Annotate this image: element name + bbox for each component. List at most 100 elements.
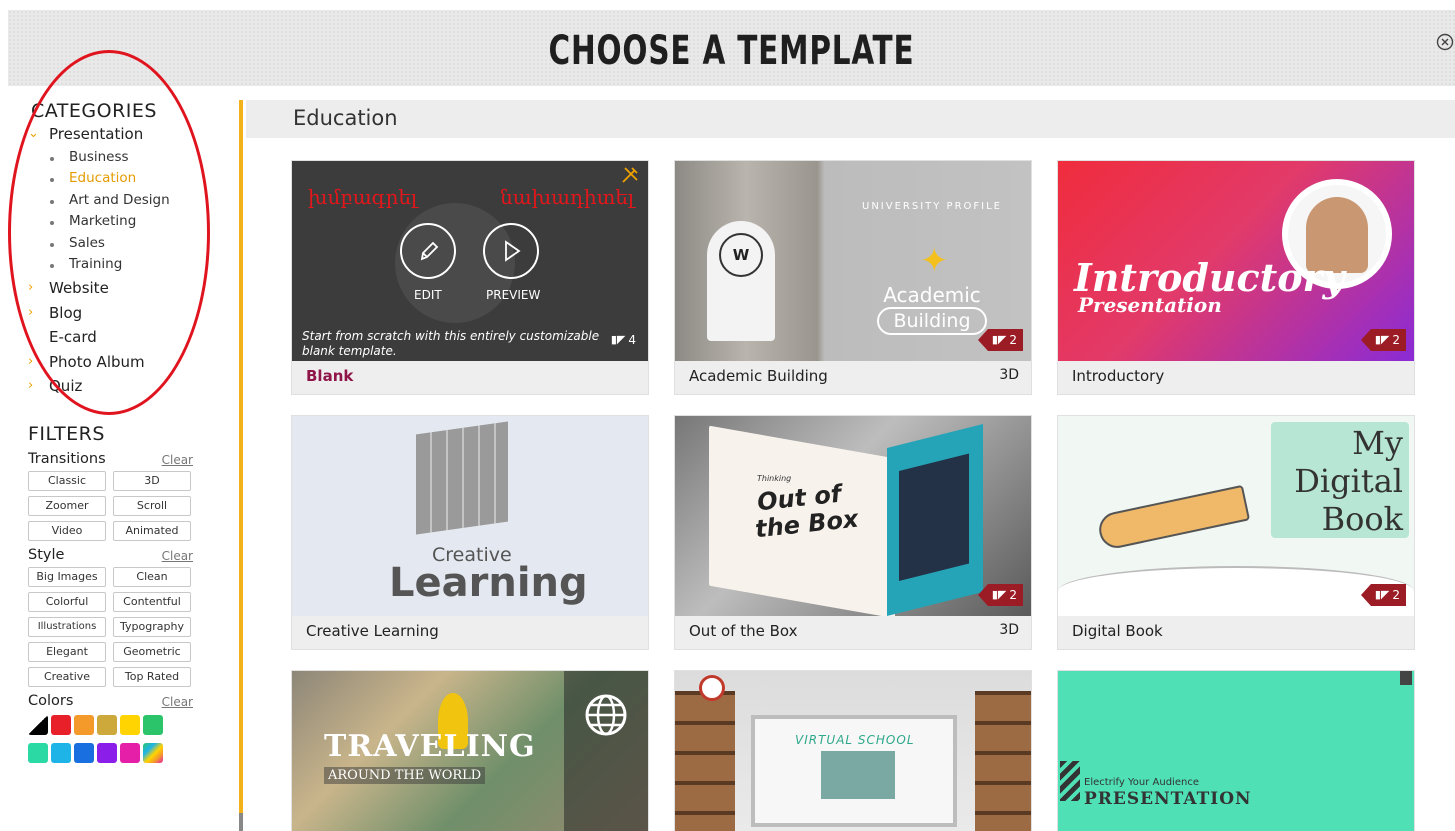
template-card-creative-learning[interactable]: Creative Learning Creative Learning — [291, 415, 649, 650]
sidebar-scrollbar[interactable] — [239, 813, 243, 831]
style-top-rated[interactable]: Top Rated — [113, 666, 191, 687]
slides-icon: ▮◤ — [610, 333, 626, 346]
category-presentation[interactable]: ⌄ Presentation — [28, 122, 238, 147]
chevron-right-icon: › — [28, 280, 34, 296]
template-card-digital-book[interactable]: My Digital Book ▮◤ 2 Digital Book — [1057, 415, 1415, 650]
style-big-images[interactable]: Big Images — [28, 566, 106, 587]
subcategory-business[interactable]: Business — [28, 147, 238, 169]
style-clear-link[interactable]: Clear — [162, 549, 193, 563]
overlay-right-text: նախադիտել — [500, 185, 634, 209]
style-filter-header: Style Clear — [28, 547, 193, 563]
style-options: Big Images Clean Colorful Contentful Ill… — [28, 566, 238, 687]
transition-animated[interactable]: Animated — [113, 520, 191, 541]
slides-count-badge: ▮◤ 4 — [596, 329, 642, 351]
stripes-graphic — [1060, 761, 1080, 801]
thumb-title: PRESENTATION — [1084, 789, 1252, 809]
category-e-card[interactable]: E-card — [28, 325, 238, 350]
edit-label[interactable]: EDIT — [414, 288, 442, 302]
style-creative[interactable]: Creative — [28, 666, 106, 687]
template-thumbnail: խմբագրել նախադիտել EDIT PREVIEW Start fr… — [292, 161, 648, 361]
color-swatch[interactable] — [74, 742, 94, 763]
thumb-title-line2: Digital — [1294, 462, 1403, 500]
template-thumbnail: Thinking Out of the Box ▮◤ 2 — [675, 416, 1031, 616]
slides-icon: ▮◤ — [1374, 588, 1390, 601]
colors-clear-link[interactable]: Clear — [162, 695, 193, 709]
category-website[interactable]: › Website — [28, 276, 238, 301]
transition-3d[interactable]: 3D — [113, 470, 191, 491]
template-description: Start from scratch with this entirely cu… — [302, 329, 600, 358]
template-card-presentation[interactable]: Electrify Your Audience PRESENTATION — [1057, 670, 1415, 831]
style-geometric[interactable]: Geometric — [113, 641, 191, 662]
color-swatch[interactable] — [143, 742, 163, 763]
style-elegant[interactable]: Elegant — [28, 641, 106, 662]
template-card-blank[interactable]: խմբագրել նախադիտել EDIT PREVIEW Start fr… — [291, 160, 649, 395]
close-icon[interactable] — [1435, 32, 1455, 52]
color-swatch[interactable] — [143, 714, 163, 735]
template-card-traveling[interactable]: TRAVELING AROUND THE WORLD — [291, 670, 649, 831]
tools-icon[interactable] — [620, 165, 640, 190]
thumb-title-line1: TRAVELING — [324, 729, 536, 764]
template-name: Blank — [306, 367, 354, 385]
overlay-left-text: խմբագրել — [308, 185, 418, 209]
template-card-introductory[interactable]: Introductory Presentation ▮◤ 2 Introducto… — [1057, 160, 1415, 395]
color-swatch[interactable] — [97, 742, 117, 763]
transitions-label: Transitions — [28, 450, 106, 467]
transitions-clear-link[interactable]: Clear — [162, 453, 193, 467]
template-thumbnail: Creative Learning — [292, 416, 648, 616]
thumb-kicker: Electrify Your Audience — [1084, 777, 1199, 788]
transition-scroll[interactable]: Scroll — [113, 495, 191, 516]
transition-classic[interactable]: Classic — [28, 470, 106, 491]
thumb-title-line2: AROUND THE WORLD — [324, 767, 486, 784]
subcategory-education[interactable]: Education — [28, 168, 238, 190]
color-swatch[interactable] — [28, 714, 48, 735]
preview-label[interactable]: PREVIEW — [486, 288, 540, 302]
color-swatch[interactable] — [97, 714, 117, 735]
category-photo-album[interactable]: › Photo Album — [28, 350, 238, 375]
style-contentful[interactable]: Contentful — [113, 591, 191, 612]
subcategory-sales[interactable]: Sales — [28, 233, 238, 255]
category-blog[interactable]: › Blog — [28, 301, 238, 326]
thumb-title-line2: Building — [877, 307, 987, 335]
colors-filter-header: Colors Clear — [28, 693, 193, 709]
category-quiz[interactable]: › Quiz — [28, 374, 238, 399]
3d-badge: 3D — [999, 367, 1019, 383]
style-clean[interactable]: Clean — [113, 566, 191, 587]
preview-icon[interactable] — [483, 223, 539, 279]
slides-icon: ▮◤ — [991, 333, 1007, 346]
style-label: Style — [28, 546, 65, 563]
thumb-title-line2: Presentation — [1078, 293, 1222, 317]
style-colorful[interactable]: Colorful — [28, 591, 106, 612]
chevron-right-icon: › — [28, 353, 34, 369]
template-thumbnail: W UNIVERSITY PROFILE ✦ Academic Building… — [675, 161, 1031, 361]
chevron-right-icon: › — [28, 304, 34, 320]
color-swatch[interactable] — [120, 742, 140, 763]
template-card-academic-building[interactable]: W UNIVERSITY PROFILE ✦ Academic Building… — [674, 160, 1032, 395]
template-card-out-of-the-box[interactable]: Thinking Out of the Box ▮◤ 2 Out of the B… — [674, 415, 1032, 650]
color-swatches — [28, 714, 238, 763]
template-card-virtual-school[interactable]: VIRTUAL SCHOOL — [674, 670, 1032, 831]
slides-count-badge: ▮◤ 2 — [977, 584, 1023, 606]
style-typography[interactable]: Typography — [113, 616, 191, 637]
cube-graphic — [416, 421, 508, 535]
color-swatch[interactable] — [28, 742, 48, 763]
subcategory-marketing[interactable]: Marketing — [28, 211, 238, 233]
color-swatch[interactable] — [51, 742, 71, 763]
section-title: Education — [293, 106, 398, 130]
subcategory-training[interactable]: Training — [28, 254, 238, 276]
transitions-filter-header: Transitions Clear — [28, 451, 193, 467]
subcategory-art-and-design[interactable]: Art and Design — [28, 190, 238, 212]
section-header: Education — [246, 100, 1455, 138]
template-thumbnail: My Digital Book ▮◤ 2 — [1058, 416, 1414, 616]
color-swatch[interactable] — [51, 714, 71, 735]
transition-video[interactable]: Video — [28, 520, 106, 541]
edit-icon[interactable] — [400, 223, 456, 279]
color-swatch[interactable] — [120, 714, 140, 735]
transition-zoomer[interactable]: Zoomer — [28, 495, 106, 516]
template-name: Digital Book — [1072, 622, 1163, 640]
color-swatch[interactable] — [74, 714, 94, 735]
star-burst-icon: ✦ — [920, 241, 949, 281]
style-illustrations[interactable]: Illustrations — [28, 616, 106, 637]
chevron-right-icon: › — [28, 378, 34, 394]
page-title: CHOOSE A TEMPLATE — [548, 28, 915, 74]
template-name: Academic Building — [689, 367, 828, 385]
